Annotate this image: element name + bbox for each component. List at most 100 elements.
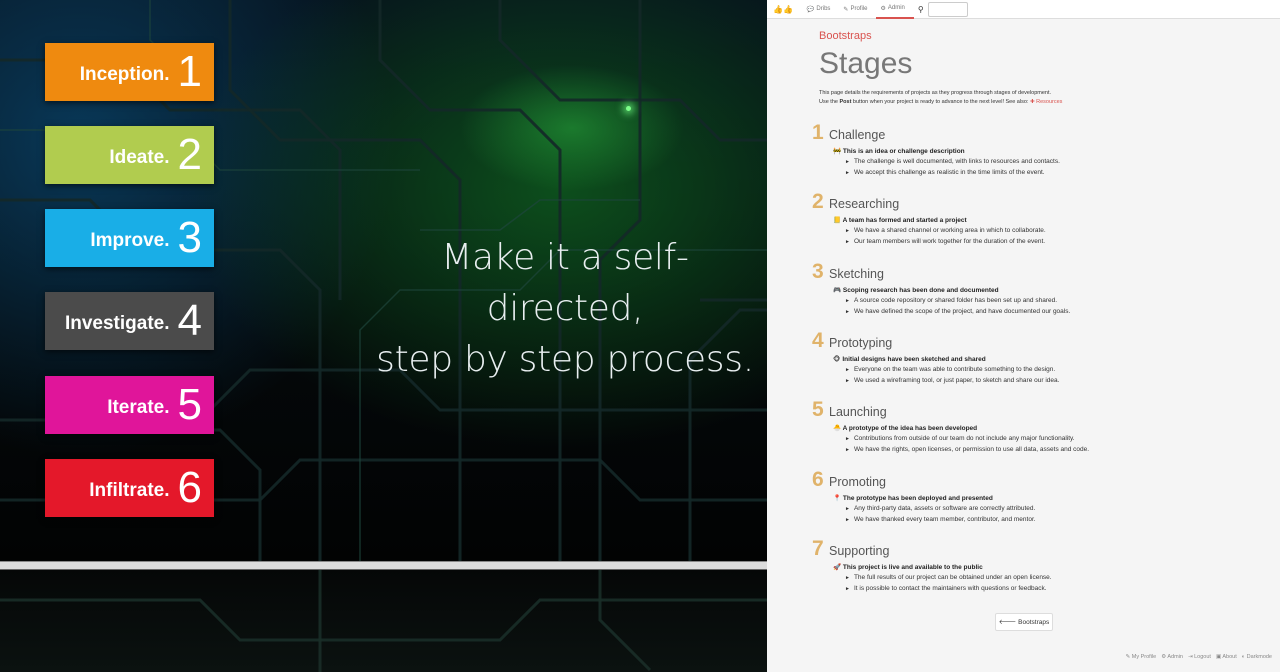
stage-name: Researching (829, 197, 900, 211)
footer-admin[interactable]: ⚙ Admin (1161, 654, 1183, 660)
stage-number: 6 (812, 468, 824, 491)
notebook-icon: 📒 (833, 217, 842, 224)
stage-name: Promoting (829, 475, 886, 489)
stage-box-inception: Inception. 1 (45, 43, 214, 101)
footer-label: Darkmode (1246, 654, 1272, 660)
stage-number: 5 (812, 398, 824, 421)
stage-requirement: 🐣 A prototype of the idea has been devel… (833, 424, 1272, 432)
search-input[interactable] (927, 1, 968, 17)
intro-line: Use the Post button when your project is… (819, 98, 1149, 107)
thumbs-up-icon[interactable]: 👍👍 (773, 5, 793, 14)
criteria-item: We accept this challenge as realistic in… (845, 168, 1272, 179)
requirement-text: Initial designs have been sketched and s… (842, 356, 986, 363)
footer-about[interactable]: ▣ About (1216, 654, 1237, 660)
stage-requirement: 🐵 Initial designs have been sketched and… (833, 355, 1272, 363)
criteria-list: A source code repository or shared folde… (845, 296, 1272, 317)
stage-launching: 5 Launching 🐣 A prototype of the idea has… (812, 398, 1272, 455)
green-light-dot (626, 106, 631, 111)
comment-icon: 💬 (806, 6, 815, 13)
stage-box-label: Investigate. (64, 313, 170, 334)
pin-icon: 📍 (833, 495, 842, 502)
gear-icon: ⚙ (880, 5, 886, 12)
footer-logout[interactable]: ⇥ Logout (1188, 654, 1211, 660)
criteria-list: Any third-party data, assets or software… (845, 504, 1272, 525)
page-footer: ✎ My Profile ⚙ Admin ⇥ Logout ▣ About ◐ … (1126, 654, 1272, 660)
stage-box-iterate: Iterate. 5 (45, 376, 214, 434)
nav-profile[interactable]: ✎ Profile (839, 0, 876, 19)
gamepad-icon: 🎮 (833, 287, 842, 294)
stage-requirement: 🚀 This project is live and available to … (833, 563, 1272, 571)
monkey-icon: 🐵 (833, 356, 841, 363)
criteria-item: The full results of our project can be o… (845, 573, 1272, 584)
criteria-item: We used a wireframing tool, or just pape… (845, 376, 1272, 387)
page-title: Stages (819, 47, 913, 80)
stage-box-label: Improve. (90, 230, 170, 251)
criteria-item: Any third-party data, assets or software… (845, 504, 1272, 515)
criteria-item: Our team members will work together for … (845, 237, 1272, 248)
nav-admin[interactable]: ⚙ Admin (876, 0, 914, 19)
stage-box-label: Infiltrate. (89, 480, 170, 501)
footer-darkmode[interactable]: ◐ Darkmode (1242, 654, 1272, 660)
presentation-slide: Inception. 1 Ideate. 2 Improve. 3 Invest… (0, 0, 767, 561)
stage-name: Prototyping (829, 336, 893, 350)
stage-requirement: 🚧 This is an idea or challenge descripti… (833, 147, 1272, 155)
gear-icon: ⚙ (1161, 654, 1167, 660)
footer-label: Admin (1167, 654, 1183, 660)
footer-label: About (1222, 654, 1237, 660)
stage-name: Launching (829, 405, 887, 419)
slide-quote: Make it a self-directed, step by step pr… (370, 232, 760, 385)
stage-box-number: 4 (177, 296, 202, 345)
criteria-item: We have a shared channel or working area… (845, 226, 1272, 237)
criteria-item: It is possible to contact the maintainer… (845, 584, 1272, 595)
arrow-left-icon: 🡐 (998, 619, 1017, 626)
stage-box-number: 2 (177, 130, 202, 179)
footer-label: My Profile (1131, 654, 1157, 660)
resources-link[interactable]: ✚ Resources (1030, 99, 1062, 105)
requirement-text: This is an idea or challenge description (842, 148, 965, 155)
back-button-label: Bootstraps (1018, 618, 1050, 626)
nav-label: Dribs (816, 6, 831, 12)
stage-promoting: 6 Promoting 📍 The prototype has been depl… (812, 468, 1272, 525)
logout-icon: ⇥ (1187, 654, 1193, 660)
stages-web-page: 👍👍 💬 Dribs ✎ Profile ⚙ Admin ⚲ Bootstrap… (767, 0, 1280, 672)
rocket-icon: 🚀 (833, 564, 842, 571)
criteria-item: The challenge is well documented, with l… (845, 157, 1272, 168)
criteria-list: Contributions from outside of our team d… (845, 434, 1272, 455)
criteria-item: We have the rights, open licenses, or pe… (845, 445, 1272, 456)
next-slide-preview (0, 570, 767, 672)
chick-icon: 🐣 (833, 425, 842, 432)
stage-requirement: 🎮 Scoping research has been done and doc… (833, 286, 1272, 294)
stage-box-infiltrate: Infiltrate. 6 (45, 459, 214, 517)
stage-prototyping: 4 Prototyping 🐵 Initial designs have been… (812, 329, 1272, 386)
requirement-text: A prototype of the idea has been develop… (842, 425, 978, 432)
user-icon: ✎ (843, 6, 849, 13)
criteria-list: The challenge is well documented, with l… (845, 157, 1272, 178)
info-icon: ▣ (1215, 654, 1222, 660)
criteria-item: We have defined the scope of the project… (845, 307, 1272, 318)
requirement-text: A team has formed and started a project (842, 217, 967, 224)
stage-number: 7 (812, 537, 824, 560)
requirement-text: Scoping research has been done and docum… (842, 287, 999, 294)
construction-icon: 🚧 (833, 148, 842, 155)
post-keyword: Post (839, 99, 852, 105)
search-icon[interactable]: ⚲ (918, 5, 924, 14)
intro-text: Use the (819, 99, 840, 105)
stage-challenge: 1 Challenge 🚧 This is an idea or challeng… (812, 121, 1272, 178)
stage-box-number: 3 (177, 213, 202, 262)
slide-divider (0, 561, 767, 570)
stage-researching: 2 Researching 📒 A team has formed and sta… (812, 190, 1272, 247)
nav-dribs[interactable]: 💬 Dribs (803, 0, 840, 19)
requirement-text: This project is live and available to th… (842, 564, 983, 571)
back-to-bootstraps-button[interactable]: 🡐 Bootstraps (995, 613, 1053, 631)
breadcrumb[interactable]: Bootstraps (819, 30, 872, 42)
stage-box-improve: Improve. 3 (45, 209, 214, 267)
stage-box-label: Inception. (79, 64, 170, 85)
criteria-item: We have thanked every team member, contr… (845, 515, 1272, 526)
criteria-list: We have a shared channel or working area… (845, 226, 1272, 247)
top-navbar: 👍👍 💬 Dribs ✎ Profile ⚙ Admin ⚲ (767, 0, 1280, 19)
contrast-icon: ◐ (1241, 654, 1246, 660)
user-icon: ✎ (1125, 654, 1131, 660)
page-intro: This page details the requirements of pr… (819, 89, 1149, 107)
footer-my-profile[interactable]: ✎ My Profile (1126, 654, 1157, 660)
stage-requirement: 📒 A team has formed and started a projec… (833, 216, 1272, 224)
